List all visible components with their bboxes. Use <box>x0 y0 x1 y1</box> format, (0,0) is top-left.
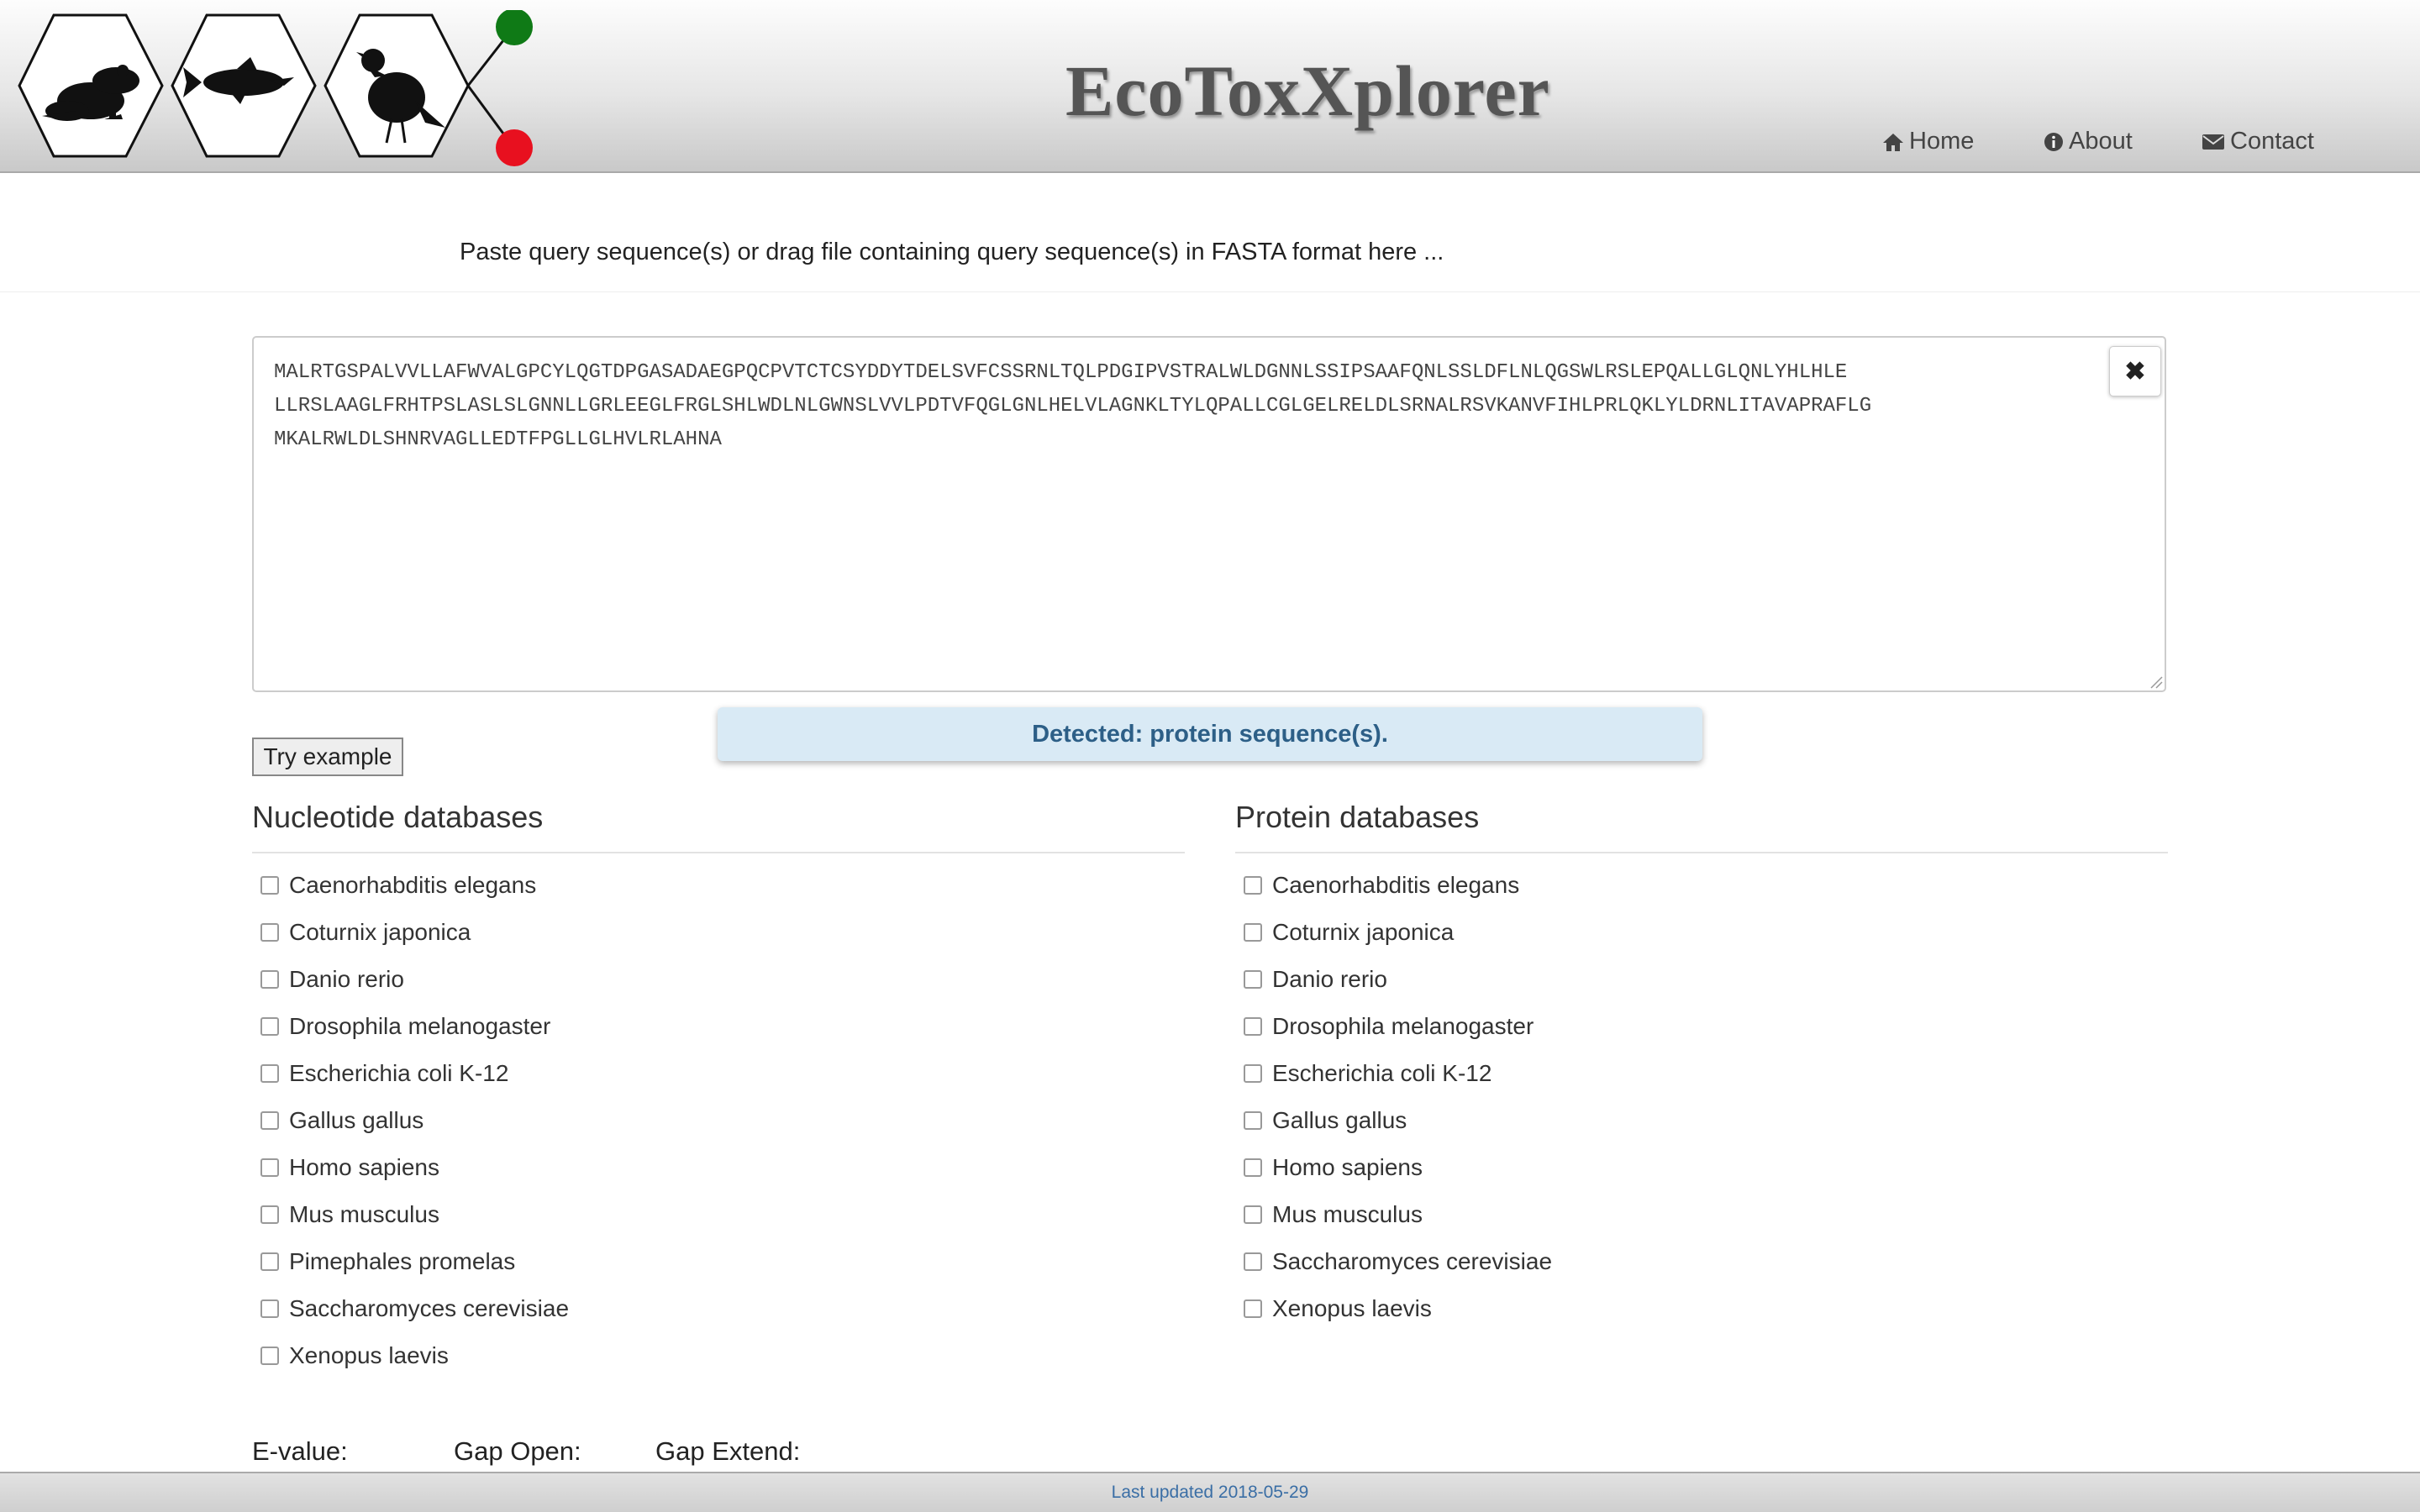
database-label: Danio rerio <box>289 966 404 992</box>
clear-sequence-button[interactable]: ✖ <box>2109 346 2161 396</box>
database-label: Pimephales promelas <box>289 1248 516 1274</box>
envelope-icon <box>2202 134 2224 150</box>
database-option[interactable]: Gallus gallus <box>252 1097 1185 1144</box>
protein-list: Caenorhabditis elegans Coturnix japonica D… <box>1235 862 2168 1332</box>
database-option[interactable]: Caenorhabditis elegans <box>1235 862 2168 909</box>
resize-grip-icon[interactable] <box>2149 675 2163 689</box>
database-label: Homo sapiens <box>289 1154 439 1180</box>
footer-bar: Last updated 2018-05-29 <box>0 1472 2420 1512</box>
database-option[interactable]: Coturnix japonica <box>252 909 1185 956</box>
database-option[interactable]: Coturnix japonica <box>1235 909 2168 956</box>
database-checkbox[interactable] <box>260 1111 279 1130</box>
gap-open-label: Gap Open: <box>454 1436 581 1466</box>
database-label: Caenorhabditis elegans <box>1272 872 1520 898</box>
divider <box>0 291 2420 292</box>
database-label: Mus musculus <box>289 1201 439 1227</box>
nav-home[interactable]: Home <box>1882 128 1974 155</box>
database-label: Saccharomyces cerevisiae <box>289 1295 570 1321</box>
evalue-label: E-value: <box>252 1436 348 1466</box>
nucleotide-list: Caenorhabditis elegans Coturnix japonica D… <box>252 862 1185 1379</box>
gap-extend-label: Gap Extend: <box>655 1436 801 1466</box>
database-checkbox[interactable] <box>260 1347 279 1365</box>
detected-alert: Detected: protein sequence(s). <box>718 707 1702 761</box>
nav-home-label: Home <box>1909 128 1975 155</box>
database-label: Gallus gallus <box>1272 1107 1407 1133</box>
database-checkbox[interactable] <box>1244 876 1262 895</box>
database-label: Gallus gallus <box>289 1107 424 1133</box>
nucleotide-databases: Nucleotide databases Caenorhabditis eleg… <box>252 798 1185 1379</box>
home-icon <box>1883 133 1903 151</box>
database-label: Xenopus laevis <box>289 1342 449 1368</box>
database-option[interactable]: Pimephales promelas <box>252 1238 1185 1285</box>
database-option[interactable]: Escherichia coli K-12 <box>252 1050 1185 1097</box>
database-checkbox[interactable] <box>1244 1205 1262 1224</box>
database-checkbox[interactable] <box>1244 923 1262 942</box>
database-label: Escherichia coli K-12 <box>289 1060 509 1086</box>
database-label: Xenopus laevis <box>1272 1295 1432 1321</box>
info-icon <box>2044 132 2063 151</box>
nav-contact[interactable]: Contact <box>2202 128 2314 155</box>
protein-heading: Protein databases <box>1235 798 2168 853</box>
database-checkbox[interactable] <box>260 876 279 895</box>
red-node-icon <box>496 129 533 166</box>
database-checkbox[interactable] <box>260 970 279 989</box>
database-label: Mus musculus <box>1272 1201 1423 1227</box>
database-option[interactable]: Danio rerio <box>1235 956 2168 1003</box>
database-option[interactable]: Drosophila melanogaster <box>252 1003 1185 1050</box>
database-label: Caenorhabditis elegans <box>289 872 537 898</box>
database-option[interactable]: Xenopus laevis <box>252 1332 1185 1379</box>
protein-databases: Protein databases Caenorhabditis elegans… <box>1235 798 2168 1332</box>
green-node-icon <box>496 10 533 45</box>
database-checkbox[interactable] <box>1244 1111 1262 1130</box>
try-example-button[interactable]: Try example <box>252 738 403 776</box>
database-checkbox[interactable] <box>260 1205 279 1224</box>
database-option[interactable]: Saccharomyces cerevisiae <box>1235 1238 2168 1285</box>
database-label: Escherichia coli K-12 <box>1272 1060 1492 1086</box>
database-checkbox[interactable] <box>1244 1252 1262 1271</box>
query-instruction: Paste query sequence(s) or drag file con… <box>460 239 1444 265</box>
header-bar: EcoToxXplorer Home About Contact <box>0 0 2420 173</box>
database-option[interactable]: Homo sapiens <box>1235 1144 2168 1191</box>
database-checkbox[interactable] <box>260 1158 279 1177</box>
database-option[interactable]: Gallus gallus <box>1235 1097 2168 1144</box>
nucleotide-heading: Nucleotide databases <box>252 798 1185 853</box>
database-checkbox[interactable] <box>260 1064 279 1083</box>
ecotox-logo <box>18 10 533 166</box>
database-checkbox[interactable] <box>260 1252 279 1271</box>
database-label: Coturnix japonica <box>1272 919 1455 945</box>
database-option[interactable]: Escherichia coli K-12 <box>1235 1050 2168 1097</box>
database-label: Drosophila melanogaster <box>1272 1013 1534 1039</box>
database-checkbox[interactable] <box>1244 1064 1262 1083</box>
database-checkbox[interactable] <box>1244 970 1262 989</box>
database-label: Saccharomyces cerevisiae <box>1272 1248 1553 1274</box>
database-option[interactable]: Mus musculus <box>1235 1191 2168 1238</box>
database-label: Homo sapiens <box>1272 1154 1423 1180</box>
sequence-line: LLRSLAAGLFRHTPSLASLSLGNNLLGRLEEGLFRGLSHL… <box>274 395 1872 417</box>
app-title: EcoToxXplorer <box>1065 50 1550 131</box>
database-option[interactable]: Saccharomyces cerevisiae <box>252 1285 1185 1332</box>
database-label: Drosophila melanogaster <box>289 1013 551 1039</box>
database-option[interactable]: Homo sapiens <box>252 1144 1185 1191</box>
database-checkbox[interactable] <box>260 1017 279 1036</box>
database-checkbox[interactable] <box>1244 1158 1262 1177</box>
database-option[interactable]: Xenopus laevis <box>1235 1285 2168 1332</box>
database-label: Coturnix japonica <box>289 919 471 945</box>
database-checkbox[interactable] <box>1244 1299 1262 1318</box>
nav-contact-label: Contact <box>2230 128 2314 155</box>
database-option[interactable]: Danio rerio <box>252 956 1185 1003</box>
close-icon: ✖ <box>2124 357 2146 386</box>
database-checkbox[interactable] <box>260 1299 279 1318</box>
database-option[interactable]: Mus musculus <box>252 1191 1185 1238</box>
last-updated: Last updated 2018-05-29 <box>1111 1483 1309 1502</box>
database-option[interactable]: Caenorhabditis elegans <box>252 862 1185 909</box>
sequence-textarea[interactable]: MALRTGSPALVVLLAFWVALGPCYLQGTDPGASADAEGPQ… <box>252 336 2166 692</box>
database-label: Danio rerio <box>1272 966 1387 992</box>
nav-about[interactable]: About <box>2044 128 2133 155</box>
nav-about-label: About <box>2069 128 2133 155</box>
sequence-line: MALRTGSPALVVLLAFWVALGPCYLQGTDPGASADAEGPQ… <box>274 361 1848 384</box>
database-checkbox[interactable] <box>1244 1017 1262 1036</box>
database-checkbox[interactable] <box>260 923 279 942</box>
database-option[interactable]: Drosophila melanogaster <box>1235 1003 2168 1050</box>
sequence-line: MKALRWLDLSHNRVAGLLEDTFPGLLGLHVLRLAHNA <box>274 428 722 451</box>
